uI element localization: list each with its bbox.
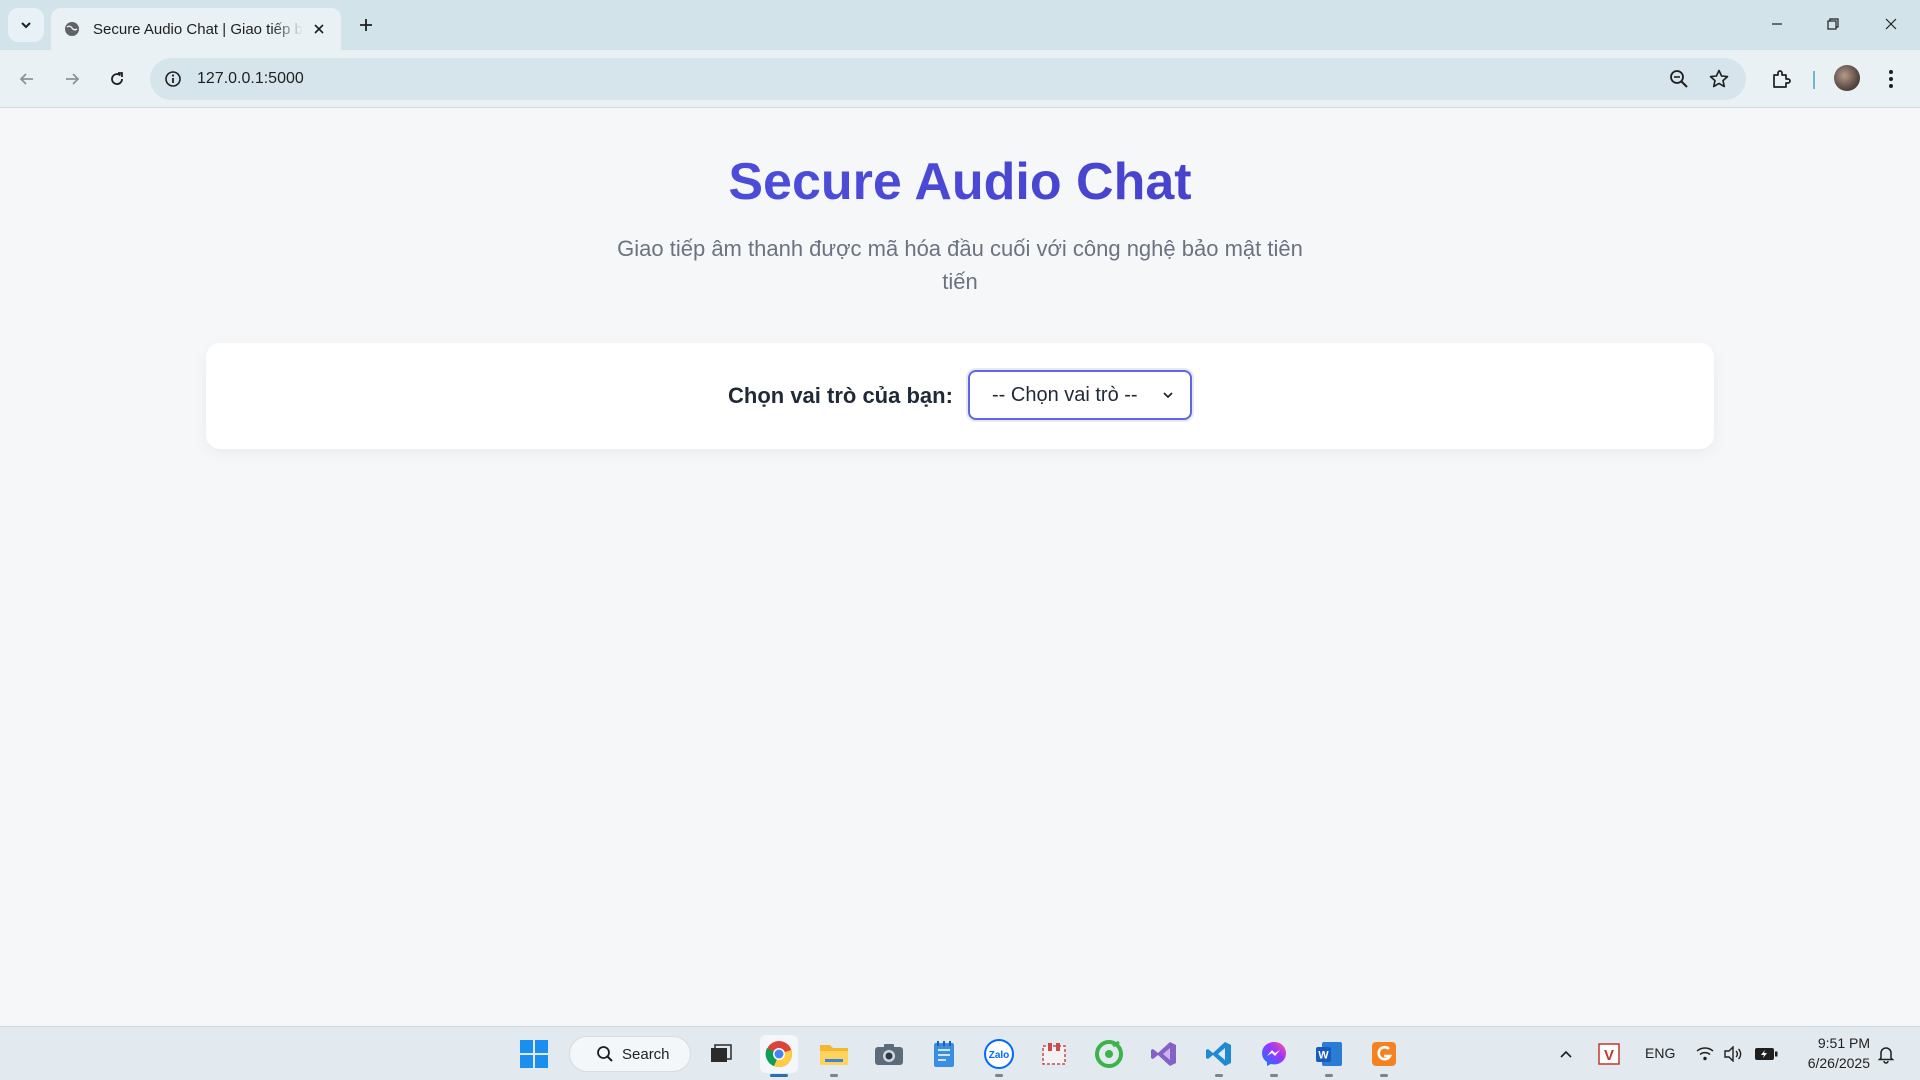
running-indicator (995, 1074, 1003, 1077)
battery-icon[interactable] (1752, 1035, 1780, 1073)
vietkey-icon[interactable]: V (1595, 1035, 1623, 1073)
visual-studio-icon[interactable] (1145, 1035, 1183, 1073)
notepad-icon[interactable] (925, 1035, 963, 1073)
task-view-icon[interactable] (702, 1035, 740, 1073)
svg-text:W: W (1318, 1050, 1329, 1062)
running-indicator (1380, 1074, 1388, 1077)
site-info-icon[interactable] (162, 68, 184, 90)
plus-icon (360, 19, 372, 31)
puzzle-icon (1773, 70, 1791, 88)
tab-search-button[interactable] (8, 8, 44, 42)
url-text: 127.0.0.1:5000 (197, 70, 304, 87)
role-select[interactable]: -- Chọn vai trò -- (968, 370, 1192, 420)
arrow-right-icon (66, 73, 80, 85)
volume-icon[interactable] (1720, 1035, 1746, 1073)
more-vert-icon (1889, 70, 1893, 88)
page-subtitle: Giao tiếp âm thanh được mã hóa đầu cuối … (617, 236, 1303, 294)
address-bar[interactable]: 127.0.0.1:5000 (150, 58, 1746, 100)
chevron-down-icon (21, 22, 31, 29)
role-select-value: -- Chọn vai trò -- (992, 383, 1138, 406)
windows-start-icon[interactable] (515, 1035, 553, 1073)
coccoc-icon[interactable] (1090, 1035, 1128, 1073)
running-indicator (830, 1074, 838, 1077)
running-indicator (1325, 1074, 1333, 1077)
notification-icon[interactable] (1872, 1035, 1900, 1073)
active-indicator (770, 1074, 788, 1077)
reload-button[interactable] (100, 62, 134, 96)
menu-button[interactable] (1874, 62, 1908, 96)
word-icon[interactable]: W (1310, 1035, 1348, 1077)
wifi-icon[interactable] (1692, 1035, 1718, 1073)
role-label: Chọn vai trò của bạn: (728, 383, 953, 408)
browser-tab-active[interactable]: Secure Audio Chat | Giao tiếp bảo mật (51, 8, 341, 50)
foxit-pdf-icon[interactable] (1365, 1035, 1403, 1077)
close-icon (1885, 18, 1897, 30)
chevron-up-icon (1560, 1050, 1572, 1058)
reload-icon (111, 72, 123, 85)
back-button[interactable] (10, 62, 44, 96)
forward-button[interactable] (55, 62, 89, 96)
camera-icon[interactable] (870, 1035, 908, 1073)
zalo-icon[interactable]: Zalo (980, 1035, 1018, 1077)
chevron-down-icon (1163, 392, 1173, 399)
show-hidden-icons-button[interactable] (1552, 1035, 1580, 1073)
system-clock[interactable]: 9:51 PM 6/26/2025 (1790, 1033, 1870, 1073)
browser-tab-strip: Secure Audio Chat | Giao tiếp bảo mật (0, 0, 1920, 50)
zoom-icon[interactable] (1668, 68, 1690, 90)
page-content: Secure Audio Chat Giao tiếp âm thanh đượ… (0, 109, 1920, 1018)
minimize-icon (1772, 23, 1782, 25)
running-indicator (1215, 1074, 1223, 1077)
clock-time: 9:51 PM (1817, 1035, 1870, 1051)
restore-icon (1827, 18, 1839, 30)
browser-toolbar: 127.0.0.1:5000 (0, 50, 1920, 108)
running-indicator (1270, 1074, 1278, 1077)
vscode-icon[interactable] (1200, 1035, 1238, 1077)
minimize-button[interactable] (1754, 8, 1800, 40)
taskbar: Search Zalo W V ENG 9:51 PM 6/26/2025 (0, 1026, 1920, 1080)
search-icon (597, 1046, 613, 1062)
clock-date: 6/26/2025 (1807, 1055, 1870, 1071)
close-window-button[interactable] (1868, 8, 1914, 40)
snipping-tool-icon[interactable] (1035, 1035, 1073, 1073)
chrome-icon[interactable] (760, 1035, 798, 1077)
bookmark-star-icon[interactable] (1708, 68, 1730, 90)
new-tab-button[interactable] (352, 11, 380, 39)
toolbar-divider (1813, 71, 1815, 89)
svg-text:Zalo: Zalo (989, 1050, 1010, 1061)
arrow-left-icon (19, 73, 33, 85)
file-explorer-icon[interactable] (815, 1035, 853, 1077)
language-indicator[interactable]: ENG (1645, 1045, 1675, 1061)
search-label: Search (622, 1045, 670, 1063)
svg-text:V: V (1604, 1047, 1614, 1064)
tab-title: Secure Audio Chat | Giao tiếp bảo mật (93, 20, 303, 38)
taskbar-search[interactable]: Search (569, 1036, 691, 1072)
profile-avatar[interactable] (1834, 65, 1860, 91)
extensions-button[interactable] (1764, 62, 1798, 96)
tab-close-icon[interactable] (309, 19, 329, 39)
globe-icon (63, 20, 81, 38)
role-selection-card: Chọn vai trò của bạn: -- Chọn vai trò -- (206, 343, 1714, 449)
restore-button[interactable] (1810, 8, 1856, 40)
messenger-icon[interactable] (1255, 1035, 1293, 1077)
page-title: Secure Audio Chat (0, 152, 1920, 212)
